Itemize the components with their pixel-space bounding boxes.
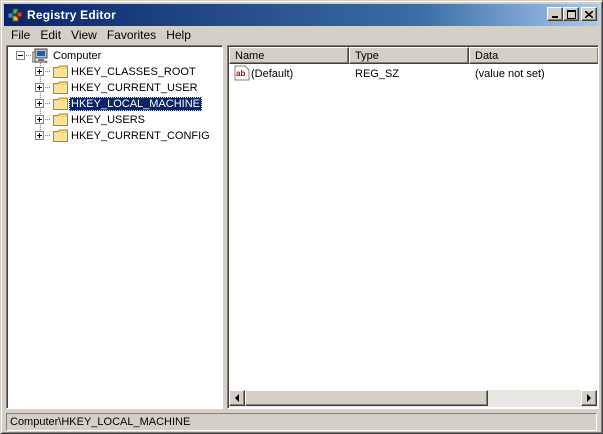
scroll-left-button[interactable] [229,390,245,406]
tree-item-hkey-local-machine[interactable]: HKEY_LOCAL_MACHINE [7,96,217,112]
minimize-button[interactable] [547,7,563,21]
collapse-computer-button[interactable] [16,51,25,60]
column-header-name[interactable]: Name [229,47,349,64]
registry-tree[interactable]: Computer HKEY_CLASSES_ROOT HKEY_CURRENT_… [6,45,223,409]
tree-item-hkey-users[interactable]: HKEY_USERS [7,112,217,128]
tree-item-hkey-classes-root[interactable]: HKEY_CLASSES_ROOT [7,64,217,80]
window-title: Registry Editor [27,8,117,22]
folder-icon [53,129,68,142]
close-button[interactable] [581,7,597,21]
minimize-icon [548,8,562,20]
svg-text:ab: ab [236,69,245,78]
tree-item-hkey-current-user[interactable]: HKEY_CURRENT_USER [7,80,217,96]
folder-icon [53,81,68,94]
string-value-icon: ab [234,65,250,81]
tree-item-hkey-current-config[interactable]: HKEY_CURRENT_CONFIG [7,128,217,144]
registry-editor-window: Registry Editor File Edit View Favorites… [0,0,603,434]
close-icon [582,8,596,20]
tree-label-hkey-current-config: HKEY_CURRENT_CONFIG [71,130,210,142]
tree-label-hkey-local-machine: HKEY_LOCAL_MACHINE [69,97,202,111]
menu-favorites[interactable]: Favorites [102,27,161,44]
scroll-right-button[interactable] [581,390,597,406]
list-header: Name Type Data [229,47,598,64]
expand-hkey-classes-root-button[interactable] [35,67,44,76]
value-name: (Default) [251,67,294,80]
menu-view[interactable]: View [66,27,102,44]
maximize-button[interactable] [563,7,579,21]
menu-file[interactable]: File [4,27,35,44]
expand-hkey-current-user-button[interactable] [35,83,44,92]
value-data: (value not set) [475,67,545,80]
list-item[interactable]: ab (Default) REG_SZ (value not set) [229,65,597,82]
arrow-left-icon [230,391,244,405]
scroll-thumb[interactable] [245,390,488,406]
status-bar: Computer\HKEY_LOCAL_MACHINE [4,412,599,431]
computer-icon [32,48,48,63]
expand-hkey-users-button[interactable] [35,115,44,124]
values-list[interactable]: Name Type Data ab (Default) REG_SZ (valu… [227,45,599,409]
value-type: REG_SZ [355,67,400,80]
menu-bar: File Edit View Favorites Help [4,26,599,45]
expand-hkey-local-machine-button[interactable] [35,99,44,108]
tree-label-hkey-users: HKEY_USERS [71,114,145,126]
column-header-data[interactable]: Data [469,47,598,64]
tree-label-hkey-current-user: HKEY_CURRENT_USER [71,82,198,94]
tree-item-computer[interactable]: Computer [7,48,217,64]
registry-editor-icon [7,7,23,23]
arrow-right-icon [582,391,596,405]
expand-hkey-current-config-button[interactable] [35,131,44,140]
horizontal-scrollbar[interactable] [229,390,597,407]
title-bar[interactable]: Registry Editor [4,4,599,26]
tree-label-computer: Computer [53,50,102,62]
status-path: Computer\HKEY_LOCAL_MACHINE [6,413,597,431]
column-header-type[interactable]: Type [349,47,469,64]
menu-edit[interactable]: Edit [35,27,66,44]
maximize-icon [564,8,578,20]
folder-icon [53,97,68,110]
folder-icon [53,113,68,126]
menu-help[interactable]: Help [161,27,196,44]
folder-icon [53,65,68,78]
tree-label-hkey-classes-root: HKEY_CLASSES_ROOT [71,66,196,78]
